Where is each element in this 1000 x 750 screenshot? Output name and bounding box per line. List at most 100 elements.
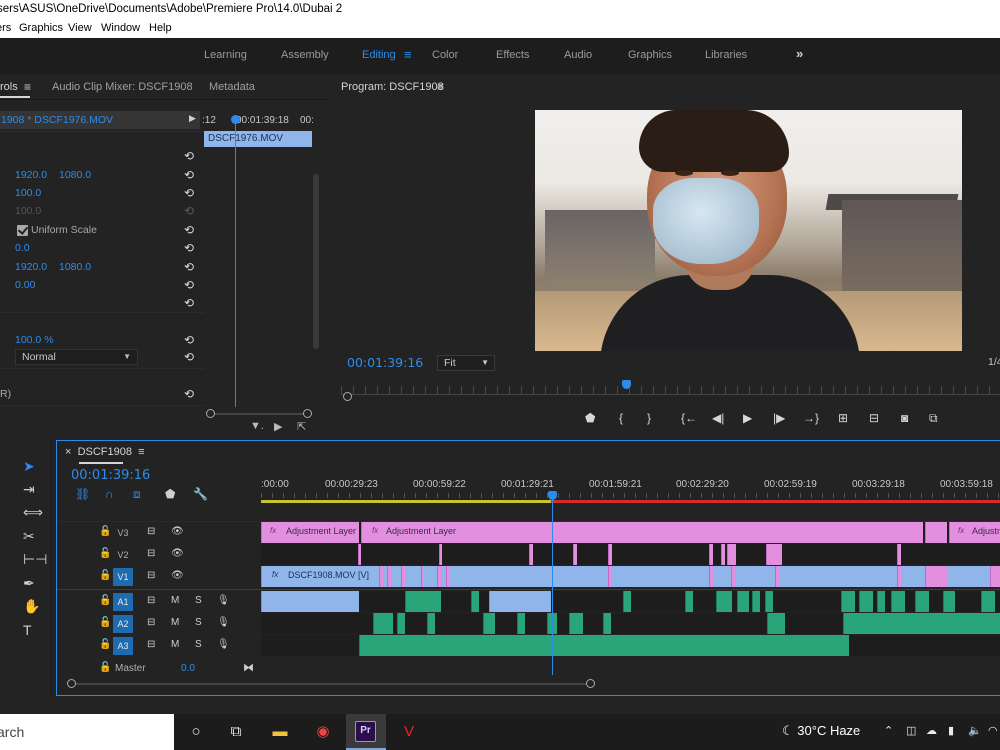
extract-icon[interactable]: ⊟	[869, 411, 879, 425]
mute-button[interactable]: M	[171, 639, 179, 650]
add-marker-icon[interactable]: ⬟	[165, 487, 175, 501]
anchor-y-value[interactable]: 1080.0	[59, 258, 91, 276]
audio-clip[interactable]	[752, 591, 760, 612]
filter-icon[interactable]: ▼.	[250, 420, 264, 432]
audio-clip[interactable]	[981, 591, 995, 612]
timeline-timecode[interactable]: 00:01:39:16	[71, 468, 150, 483]
meet-now-icon[interactable]: ◫	[906, 724, 916, 737]
solo-button[interactable]: S	[195, 617, 202, 628]
timeline-ruler[interactable]: :00:00 00:00:29:23 00:00:59:22 00:01:29:…	[261, 471, 1000, 505]
tab-effect-controls[interactable]: rols	[0, 81, 18, 93]
program-title[interactable]: Program: DSCF1908	[341, 81, 444, 93]
premiere-pro-taskbar-button[interactable]: Pr	[346, 714, 386, 750]
zoom-handle-right[interactable]	[303, 409, 312, 418]
program-menu-icon[interactable]: ≡	[437, 80, 444, 94]
solo-button[interactable]: S	[195, 595, 202, 606]
ripple-edit-tool-icon[interactable]: ⟺	[23, 504, 43, 520]
audio-clip[interactable]	[767, 613, 785, 634]
workspace-assembly[interactable]: Assembly	[281, 49, 329, 61]
export-frame-icon[interactable]: ◙	[901, 411, 908, 425]
track-lane-a2[interactable]	[261, 613, 1000, 634]
hand-tool-icon[interactable]: ✋	[23, 598, 40, 614]
play-clip-icon[interactable]: ▶	[189, 113, 196, 124]
adjustment-layer-clip[interactable]: fx Adjustm	[949, 522, 1000, 543]
video-clip[interactable]	[775, 566, 779, 587]
audio-clip[interactable]	[685, 591, 693, 612]
video-clip[interactable]	[608, 566, 612, 587]
effect-playhead[interactable]	[235, 117, 236, 407]
tab-audio-clip-mixer[interactable]: Audio Clip Mixer: DSCF1908	[52, 81, 193, 93]
audio-clip[interactable]	[471, 591, 479, 612]
track-name-v2[interactable]: V2	[113, 546, 133, 564]
export-icon[interactable]: ⇱	[297, 420, 306, 433]
mark-in-icon[interactable]: {	[619, 411, 623, 425]
adjustment-layer-clip[interactable]: fx Adjustment Layer	[261, 522, 359, 543]
menu-help[interactable]: Help	[149, 19, 172, 38]
track-lane-v1[interactable]: fx DSCF1908.MOV [V]	[261, 566, 1000, 587]
video-clip[interactable]	[446, 566, 450, 587]
zoom-handle-right[interactable]	[586, 679, 595, 688]
cortana-icon[interactable]: ○	[185, 722, 207, 742]
audio-clip[interactable]	[397, 613, 405, 634]
mark-out-icon[interactable]: }	[647, 411, 651, 425]
video-clip[interactable]	[709, 566, 713, 587]
video-clip[interactable]	[897, 566, 901, 587]
eye-icon[interactable]: 👁	[171, 526, 184, 537]
timeline-playhead[interactable]	[552, 497, 553, 675]
eye-icon[interactable]: 👁	[171, 570, 184, 581]
workspace-learning[interactable]: Learning	[204, 49, 247, 61]
video-frame[interactable]	[535, 110, 962, 351]
weather-widget[interactable]: ☾ 30°C Haze	[782, 723, 860, 739]
step-forward-icon[interactable]: |▶	[773, 411, 785, 425]
video-clip[interactable]	[731, 566, 735, 587]
task-view-icon[interactable]: ⧉	[225, 722, 247, 742]
lift-icon[interactable]: ⊞	[838, 411, 848, 425]
slip-tool-icon[interactable]: ⊢⊣	[23, 551, 47, 567]
video-clip[interactable]	[401, 566, 406, 587]
effect-timeline-zoom[interactable]	[206, 409, 312, 419]
sync-lock-icon[interactable]: ⊟	[147, 639, 155, 650]
go-to-in-icon[interactable]: {←	[681, 411, 697, 425]
file-explorer-icon[interactable]: ▬	[269, 722, 291, 742]
anchor-x-value[interactable]: 1920.0	[15, 258, 47, 276]
menu-window[interactable]: Window	[101, 19, 140, 38]
audio-clip[interactable]	[943, 591, 955, 612]
effect-timeline-clip[interactable]: DSCF1976.MOV	[204, 131, 312, 147]
reset-icon[interactable]: ⟲	[184, 331, 194, 349]
audio-clip[interactable]	[915, 591, 929, 612]
workspace-menu-icon[interactable]: ≡	[404, 47, 412, 62]
zoom-select[interactable]: Fit ▼	[437, 355, 495, 371]
video-clip[interactable]	[529, 544, 533, 565]
chevron-up-icon[interactable]: ⌃	[884, 724, 893, 737]
workspace-effects[interactable]: Effects	[496, 49, 529, 61]
microphone-icon[interactable]: 🎙	[217, 595, 230, 606]
audio-clip[interactable]	[716, 591, 732, 612]
audio-clip[interactable]	[489, 591, 551, 612]
audio-clip[interactable]	[359, 635, 849, 656]
close-icon[interactable]: ×	[65, 446, 71, 458]
pen-tool-icon[interactable]: ✒	[23, 575, 35, 591]
type-tool-icon[interactable]: T	[23, 622, 32, 638]
audio-clip[interactable]	[891, 591, 905, 612]
rotation-value[interactable]: 0.0	[15, 239, 30, 257]
position-y-value[interactable]: 1080.0	[59, 166, 91, 184]
video-clip[interactable]	[709, 544, 713, 565]
sync-lock-icon[interactable]: ⊟	[147, 617, 155, 628]
audio-clip[interactable]	[623, 591, 631, 612]
program-scrubber[interactable]	[341, 378, 1000, 401]
scrubber-zoom-handle[interactable]	[343, 392, 352, 401]
zoom-handle-left[interactable]	[206, 409, 215, 418]
opacity-value[interactable]: 100.0 %	[15, 331, 54, 349]
play-audio-icon[interactable]: ▶	[274, 420, 282, 433]
lock-icon[interactable]: 🔓	[99, 639, 111, 650]
valorant-icon[interactable]: V	[398, 722, 420, 742]
adjustment-layer-clip[interactable]: fx Adjustment Layer	[361, 522, 923, 543]
sync-lock-icon[interactable]: ⊟	[147, 570, 155, 581]
sync-lock-icon[interactable]: ⊟	[147, 595, 155, 606]
anti-flicker-value[interactable]: 0.00	[15, 276, 35, 294]
reset-icon[interactable]: ⟲	[184, 294, 194, 312]
track-lane-a1[interactable]	[261, 591, 1000, 612]
video-clip[interactable]	[573, 544, 577, 565]
speaker-icon[interactable]: 🔈	[968, 724, 982, 737]
audio-clip[interactable]	[373, 613, 393, 634]
